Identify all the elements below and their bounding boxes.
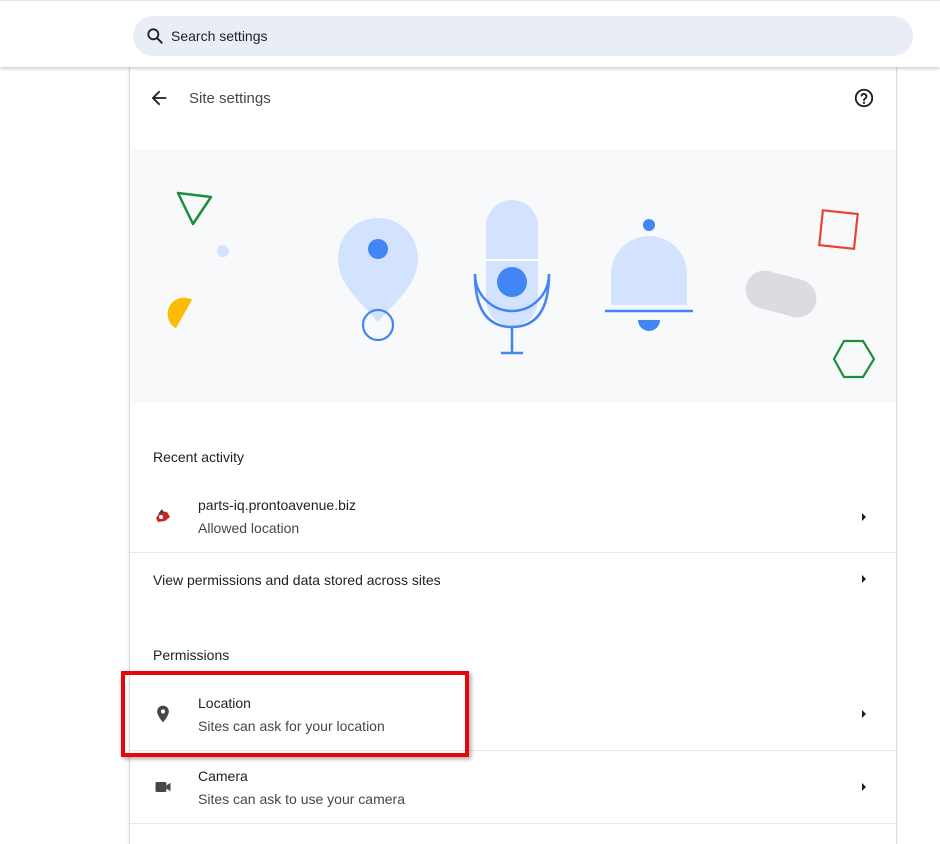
chevron-right-icon [862, 710, 866, 718]
permission-camera-row[interactable]: Camera Sites can ask to use your camera [130, 751, 896, 824]
chevron-right-icon [862, 575, 866, 583]
permission-camera-label: Camera [198, 768, 248, 784]
help-circle-icon[interactable] [853, 87, 875, 109]
permissions-banner-illustration [130, 149, 896, 403]
site-status: Allowed location [198, 520, 300, 536]
half-circle-decoration [167, 297, 193, 329]
site-settings-card: Site settings Recent activity parts-iq.p… [129, 67, 897, 844]
permission-camera-description: Sites can ask to use your camera [198, 791, 405, 807]
chevron-right-icon [862, 783, 866, 791]
permission-location-label: Location [198, 695, 251, 711]
site-url: parts-iq.prontoavenue.biz [198, 497, 356, 513]
pill-decoration [745, 270, 817, 318]
search-icon [147, 28, 163, 44]
permission-location-description: Sites can ask for your location [198, 718, 385, 734]
recent-activity-item[interactable]: parts-iq.prontoavenue.biz Allowed locati… [130, 480, 896, 553]
arrow-back-icon[interactable] [148, 87, 170, 109]
recent-activity-heading: Recent activity [153, 449, 245, 465]
permission-location-row[interactable]: Location Sites can ask for your location [130, 678, 896, 751]
site-favicon [152, 505, 174, 527]
notification-bell-icon [605, 219, 693, 331]
search-input[interactable] [171, 28, 771, 44]
dot-decoration [217, 245, 229, 257]
location-pin-icon [338, 218, 418, 342]
top-bar [0, 0, 940, 67]
card-header: Site settings [130, 67, 896, 131]
hexagon-decoration [832, 339, 876, 379]
permissions-heading: Permissions [153, 647, 230, 663]
microphone-icon [473, 200, 551, 355]
settings-page: Site settings [0, 0, 940, 844]
square-decoration [818, 209, 859, 250]
search-box[interactable] [133, 16, 913, 56]
videocam-icon [152, 776, 174, 798]
view-all-permissions-row[interactable]: View permissions and data stored across … [130, 553, 896, 607]
view-all-permissions-label: View permissions and data stored across … [153, 572, 441, 588]
page-title: Site settings [189, 90, 271, 107]
chevron-right-icon [862, 513, 866, 521]
triangle-decoration [176, 191, 213, 226]
divider [130, 823, 896, 824]
banner-illustration [167, 191, 876, 379]
location-pin-icon [152, 703, 174, 725]
